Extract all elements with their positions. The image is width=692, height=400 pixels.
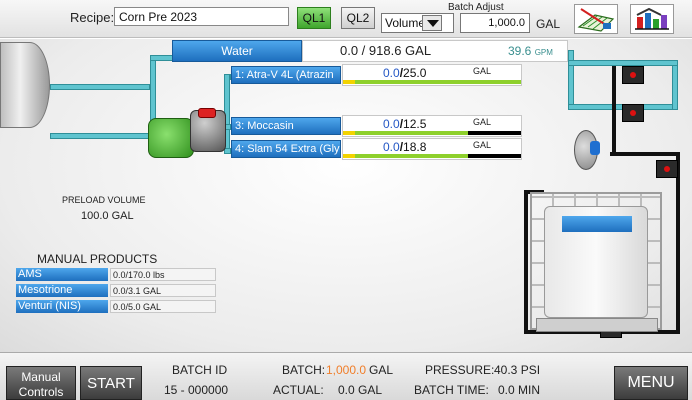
product-amount: 0.0/25.0: [383, 66, 426, 80]
recipe-field[interactable]: Corn Pre 2023: [114, 7, 289, 26]
tote-level-indicator: [562, 216, 632, 232]
manual-product-row: Mesotrione 0.0/3.1 GAL: [16, 284, 216, 297]
ql2-button[interactable]: QL2: [341, 7, 375, 29]
menu-button[interactable]: MENU: [614, 366, 688, 400]
pump-icon[interactable]: [148, 118, 194, 158]
product-current: 0.0: [383, 66, 400, 80]
tote-pallet: [536, 318, 658, 332]
batch-value: 1,000.0: [326, 363, 367, 377]
mode-select[interactable]: Volume: [381, 13, 454, 33]
batch-adjust-title: Batch Adjust: [448, 2, 504, 13]
discharge-pipe-right: [672, 60, 678, 110]
manual-product-button[interactable]: Mesotrione: [16, 284, 108, 297]
product-target: 18.8: [403, 140, 427, 154]
product-readout: 0.0/18.8 GAL: [342, 138, 522, 160]
manual-product-row: Venturi (NIS) 0.0/5.0 GAL: [16, 300, 216, 313]
product-amount: 0.0/18.8: [383, 140, 426, 154]
pump-suction-pipe: [50, 133, 150, 139]
preload-value: 100.0 GAL: [81, 210, 134, 222]
valve-icon[interactable]: [622, 104, 644, 122]
product-progress-fill: [343, 131, 468, 135]
product-current: 0.0: [383, 140, 400, 154]
bottom-bar: Manual Controls START BATCH ID 15 - 0000…: [0, 352, 692, 400]
top-bar: Recipe: Corn Pre 2023 QL1 QL2 Batch Adju…: [0, 0, 692, 38]
product-progress-marker: [343, 131, 355, 135]
batch-mixer-screen: Recipe: Corn Pre 2023 QL1 QL2 Batch Adju…: [0, 0, 692, 400]
product-progress-bar: [343, 80, 521, 84]
product-amount: 0.0/12.5: [383, 117, 426, 131]
batch-adjust-field[interactable]: 1,000.0: [460, 13, 530, 33]
discharge-pipe-left: [568, 50, 574, 110]
recipe-label: Recipe:: [70, 10, 115, 25]
product-progress-marker: [343, 154, 355, 158]
manual-product-value: 0.0/3.1 GAL: [110, 284, 216, 297]
product-progress-fill: [343, 154, 468, 158]
tank-chart-icon[interactable]: [630, 4, 674, 34]
batch-unit: GAL: [369, 363, 394, 377]
product-unit: GAL: [473, 117, 492, 127]
water-tank: [0, 42, 50, 128]
product-button[interactable]: 4: Slam 54 Extra (Gly: [231, 140, 341, 158]
water-button[interactable]: Water: [172, 40, 302, 62]
product-button[interactable]: 1: Atra-V 4L (Atrazin: [231, 66, 341, 84]
product-unit: GAL: [473, 140, 492, 150]
product-progress-marker: [343, 80, 355, 84]
product-unit: GAL: [473, 66, 492, 76]
preload-label: PRELOAD VOLUME: [62, 195, 146, 205]
batch-label: BATCH:: [282, 363, 326, 377]
water-supply-pipe: [50, 84, 150, 90]
batch-time-label: BATCH TIME:: [414, 383, 489, 397]
manual-product-button[interactable]: AMS: [16, 268, 108, 281]
chevron-down-icon[interactable]: [422, 15, 442, 31]
return-pipe-left: [524, 192, 528, 332]
actual-label: ACTUAL:: [273, 383, 324, 397]
actual-value: 0.0 GAL: [338, 383, 383, 397]
valve-icon[interactable]: [656, 160, 678, 178]
engine-cap-icon: [198, 108, 216, 118]
product-target: 12.5: [403, 117, 427, 131]
start-button[interactable]: START: [80, 366, 142, 400]
water-feed-pipe: [150, 55, 174, 61]
product-target: 25.0: [403, 66, 427, 80]
product-button[interactable]: 3: Moccasin: [231, 117, 341, 135]
return-pipe-upper: [610, 152, 680, 156]
product-readout: 0.0/25.0 GAL: [342, 64, 522, 86]
batch-id-value: 15 - 000000: [164, 383, 229, 397]
pressure-label: PRESSURE:: [425, 363, 495, 377]
pressure-value: 40.3 PSI: [494, 363, 541, 377]
manual-product-value: 0.0/5.0 GAL: [110, 300, 216, 313]
return-pipe-right: [676, 152, 680, 332]
manual-product-row: AMS 0.0/170.0 lbs: [16, 268, 216, 281]
water-rate: 39.6 GPM: [508, 44, 553, 58]
batch-id-label: BATCH ID: [172, 363, 228, 377]
filter-cap-icon: [590, 141, 600, 155]
batch-adjust-unit: GAL: [536, 17, 561, 31]
return-pipe-vertical: [612, 66, 616, 156]
product-progress-fill: [343, 80, 521, 84]
product-progress-bar: [343, 131, 521, 135]
product-readout: 0.0/12.5 GAL: [342, 115, 522, 137]
product-current: 0.0: [383, 117, 400, 131]
field-map-icon[interactable]: [574, 4, 618, 34]
manual-controls-button[interactable]: Manual Controls: [6, 366, 76, 400]
manual-product-button[interactable]: Venturi (NIS): [16, 300, 108, 313]
manual-products-title: MANUAL PRODUCTS: [37, 252, 158, 266]
ql1-button[interactable]: QL1: [297, 7, 331, 29]
valve-icon[interactable]: [622, 66, 644, 84]
manual-controls-line1: Manual: [21, 370, 61, 384]
manual-product-value: 0.0/170.0 lbs: [110, 268, 216, 281]
manual-controls-line2: Controls: [18, 385, 64, 399]
water-amount: 0.0 / 918.6 GAL: [340, 43, 432, 58]
product-progress-bar: [343, 154, 521, 158]
batch-time-value: 0.0 MIN: [498, 383, 541, 397]
